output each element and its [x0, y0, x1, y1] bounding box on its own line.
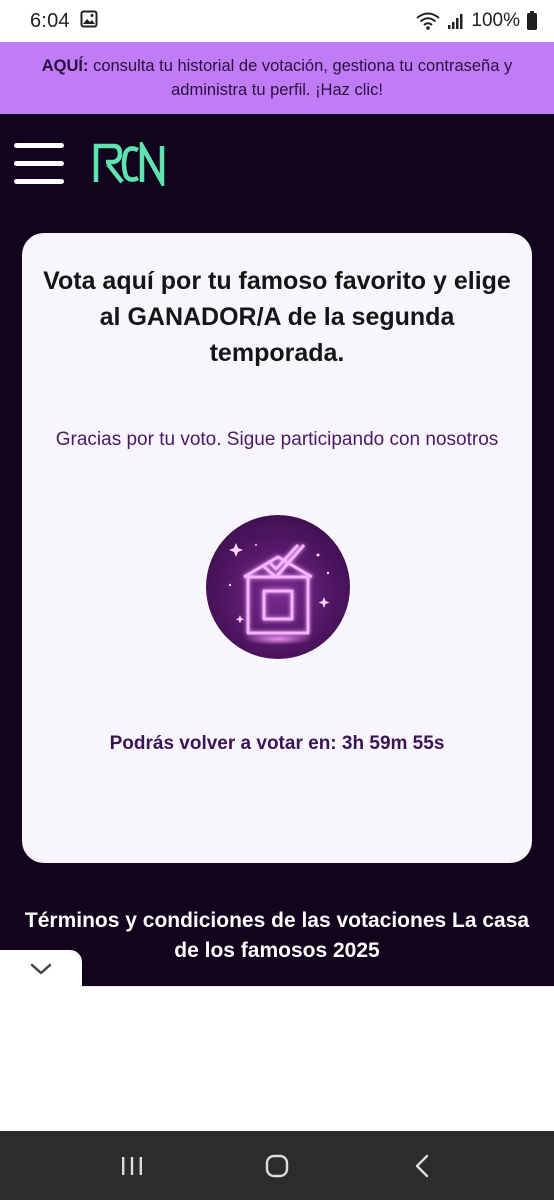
promo-message: consulta tu historial de votación, gesti…	[88, 57, 513, 99]
rcn-logo[interactable]	[92, 142, 168, 186]
status-bar: 6:04 100%	[0, 0, 554, 42]
header	[0, 114, 554, 214]
battery-icon	[526, 11, 538, 31]
home-icon[interactable]	[247, 1141, 307, 1191]
thanks-message: Gracias por tu voto. Sigue participando …	[55, 429, 499, 450]
profile-promo-banner[interactable]: AQUÍ: consulta tu historial de votación,…	[0, 42, 554, 114]
bottom-panel	[0, 986, 554, 1131]
promo-text: AQUÍ: consulta tu historial de votación,…	[14, 54, 540, 102]
back-icon[interactable]	[392, 1141, 452, 1191]
app-content: Vota aquí por tu famoso favorito y elige…	[0, 114, 554, 986]
terms-link[interactable]: Términos y condiciones de las votaciones…	[18, 906, 536, 966]
timer-value: 3h 59m 55s	[341, 733, 445, 754]
card-title: Vota aquí por tu famoso favorito y elige…	[43, 267, 511, 367]
chevron-down-icon[interactable]	[0, 950, 82, 988]
wifi-icon	[415, 11, 441, 31]
gallery-icon	[80, 10, 98, 33]
ballot-box-icon	[206, 515, 350, 659]
system-nav-bar	[0, 1131, 554, 1200]
promo-bold: AQUÍ:	[41, 57, 89, 75]
signal-icon	[447, 12, 465, 30]
vote-timer: Podrás volver a votar en: 3h 59m 55s	[42, 733, 512, 755]
battery-level: 100%	[471, 10, 520, 31]
vote-card: Vota aquí por tu famoso favorito y elige…	[22, 233, 532, 863]
status-time: 6:04	[30, 9, 70, 32]
recents-icon[interactable]	[102, 1141, 162, 1191]
hamburger-menu-icon[interactable]	[12, 141, 66, 187]
timer-label: Podrás volver a votar en:	[109, 733, 337, 754]
